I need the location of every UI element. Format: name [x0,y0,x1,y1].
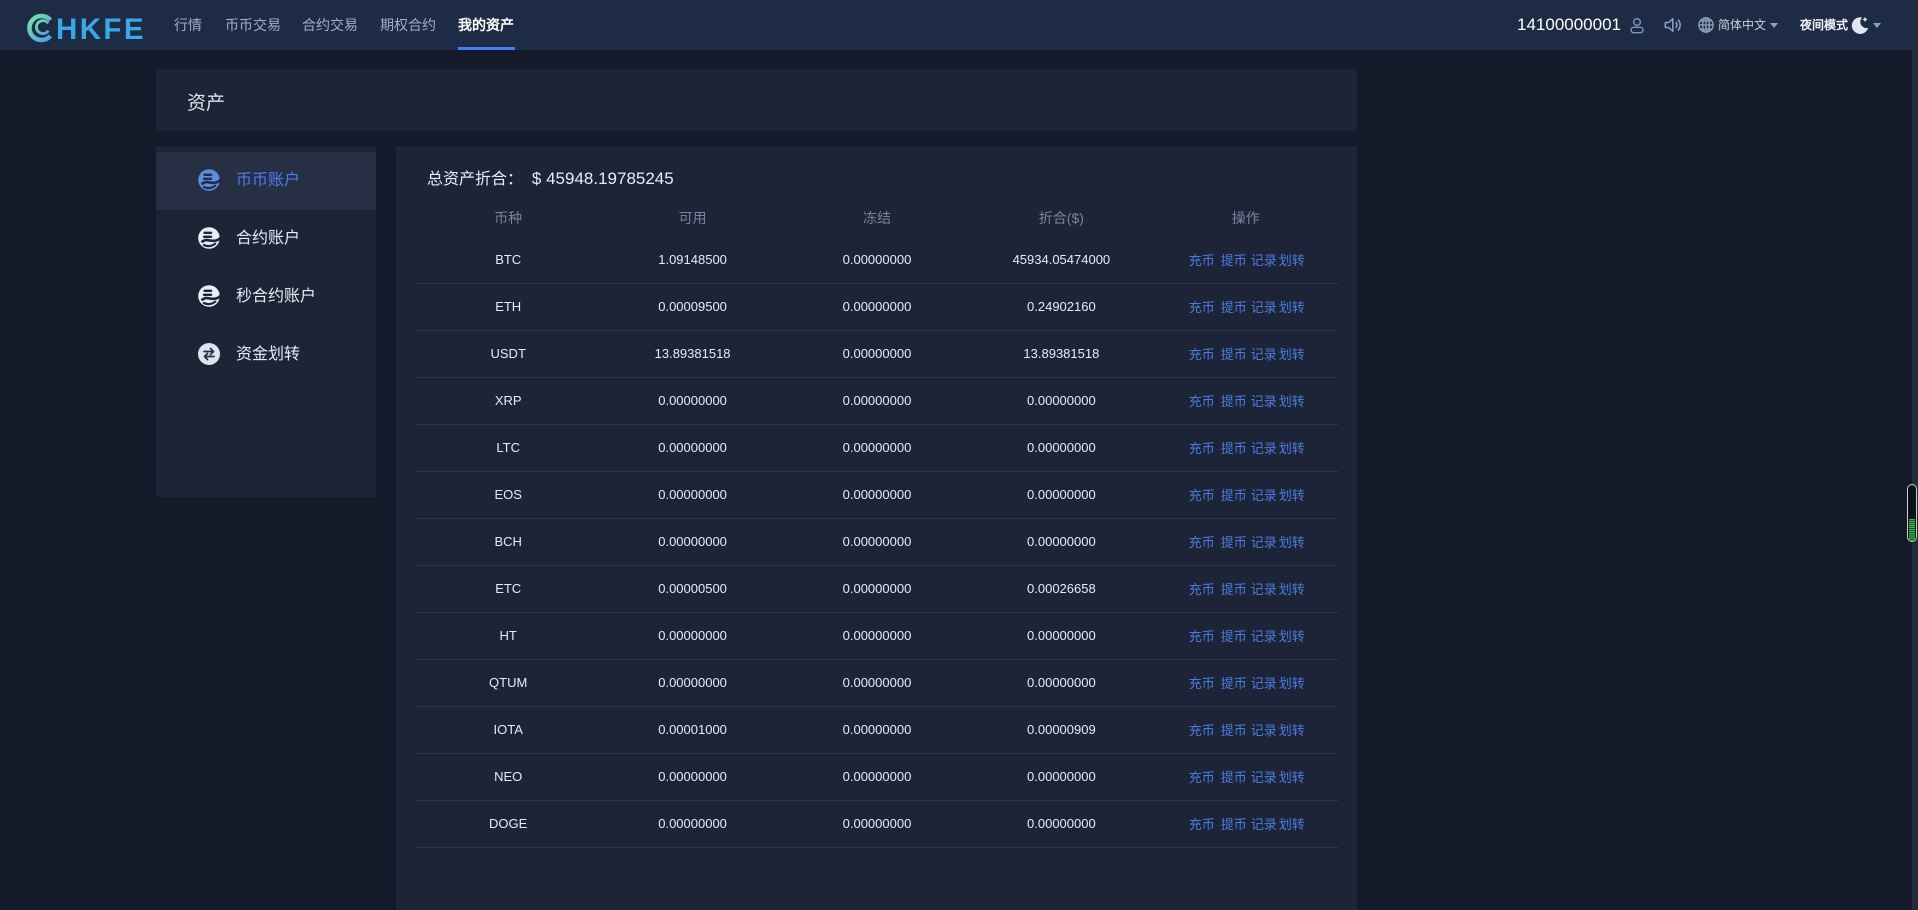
svg-text:HKFE: HKFE [56,13,146,46]
